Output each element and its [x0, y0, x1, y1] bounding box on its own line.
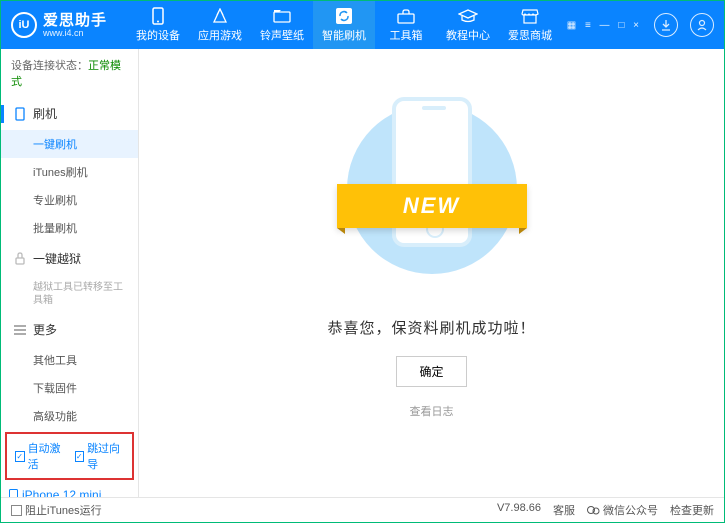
nav-apps[interactable]: 应用游戏: [189, 1, 251, 49]
user-icon[interactable]: [690, 13, 714, 37]
nav-my-device[interactable]: 我的设备: [127, 1, 189, 49]
checkbox-auto-activate[interactable]: ✓ 自动激活: [15, 440, 65, 472]
store-icon: [519, 7, 541, 25]
nav-label: 爱思商城: [508, 27, 552, 43]
nav-toolbox[interactable]: 工具箱: [375, 1, 437, 49]
sidebar: 设备连接状态：正常模式 刷机 一键刷机 iTunes刷机 专业刷机 批量刷机: [1, 49, 139, 497]
nav-ringtone[interactable]: 铃声壁纸: [251, 1, 313, 49]
menu-icon: [13, 323, 27, 337]
sidebar-heading-more[interactable]: 更多: [1, 313, 138, 346]
sidebar-heading-flash[interactable]: 刷机: [1, 97, 69, 130]
app-subtitle: www.i4.cn: [43, 28, 107, 38]
wechat-link[interactable]: 微信公众号: [587, 502, 658, 518]
sidebar-item-other[interactable]: 其他工具: [1, 346, 138, 374]
nav-label: 我的设备: [136, 27, 180, 43]
status-bar: 阻止iTunes运行 V7.98.66 客服 微信公众号 检查更新: [1, 497, 724, 522]
folder-icon: [271, 7, 293, 25]
nav-label: 铃声壁纸: [260, 27, 304, 43]
nav-label: 工具箱: [390, 27, 423, 43]
device-name: iPhone 12 mini: [9, 488, 130, 497]
app-title: 爱思助手: [43, 13, 107, 28]
phone-icon: [9, 489, 18, 498]
cb-label: 自动激活: [28, 440, 65, 472]
logo-icon: iU: [11, 12, 37, 38]
nav-store[interactable]: 爱思商城: [499, 1, 561, 49]
app-header: iU 爱思助手 www.i4.cn 我的设备 应用游戏 铃声壁纸 智能刷机: [1, 1, 724, 49]
nav-flash[interactable]: 智能刷机: [313, 1, 375, 49]
sidebar-item-pro[interactable]: 专业刷机: [1, 186, 138, 214]
main-nav: 我的设备 应用游戏 铃声壁纸 智能刷机 工具箱 教程中心: [127, 1, 567, 49]
refresh-icon: [333, 7, 355, 25]
jailbreak-note: 越狱工具已转移至工具箱: [1, 275, 138, 313]
version-label: V7.98.66: [497, 502, 541, 518]
logo-box: iU 爱思助手 www.i4.cn: [11, 12, 107, 38]
window-controls[interactable]: ▦ ≡ — □ ×: [567, 20, 642, 31]
success-message: 恭喜您，保资料刷机成功啦！: [327, 317, 535, 338]
toolbox-icon: [395, 7, 417, 25]
check-update-link[interactable]: 检查更新: [670, 502, 714, 518]
sidebar-item-oneclick[interactable]: 一键刷机: [1, 130, 138, 158]
heading-label: 刷机: [33, 105, 57, 122]
checkbox-icon: ✓: [15, 451, 25, 462]
checkbox-skip-guide[interactable]: ✓ 跳过向导: [75, 440, 125, 472]
phone-icon: [147, 7, 169, 25]
graduation-icon: [457, 7, 479, 25]
confirm-button[interactable]: 确定: [396, 356, 466, 387]
service-link[interactable]: 客服: [553, 502, 575, 518]
main-content: NEW 恭喜您，保资料刷机成功啦！ 确定 查看日志: [139, 49, 724, 497]
nav-label: 教程中心: [446, 27, 490, 43]
nav-label: 应用游戏: [198, 27, 242, 43]
sidebar-item-advanced[interactable]: 高级功能: [1, 402, 138, 430]
checkbox-block-itunes[interactable]: 阻止iTunes运行: [11, 502, 102, 518]
lock-icon: [13, 252, 27, 266]
sidebar-item-firmware[interactable]: 下载固件: [1, 374, 138, 402]
sidebar-item-batch[interactable]: 批量刷机: [1, 214, 138, 242]
heading-label: 一键越狱: [33, 250, 81, 267]
checkbox-icon: ✓: [75, 451, 85, 462]
cb-label: 跳过向导: [87, 440, 124, 472]
heading-label: 更多: [33, 321, 57, 338]
sidebar-item-itunes[interactable]: iTunes刷机: [1, 158, 138, 186]
options-highlight-box: ✓ 自动激活 ✓ 跳过向导: [5, 432, 134, 480]
device-panel[interactable]: iPhone 12 mini 64GB Down-12mini-13,1: [1, 482, 138, 497]
phone-icon: [13, 107, 27, 121]
nav-tutorial[interactable]: 教程中心: [437, 1, 499, 49]
success-illustration: NEW: [342, 89, 522, 289]
device-status: 设备连接状态：正常模式: [1, 49, 138, 97]
sidebar-heading-jailbreak[interactable]: 一键越狱: [1, 242, 138, 275]
download-icon[interactable]: [654, 13, 678, 37]
nav-label: 智能刷机: [322, 27, 366, 43]
new-banner: NEW: [337, 184, 527, 228]
wechat-icon: [587, 505, 600, 516]
cb-label: 阻止iTunes运行: [25, 502, 102, 518]
checkbox-icon: [11, 505, 22, 516]
apps-icon: [209, 7, 231, 25]
view-log-link[interactable]: 查看日志: [410, 403, 454, 419]
